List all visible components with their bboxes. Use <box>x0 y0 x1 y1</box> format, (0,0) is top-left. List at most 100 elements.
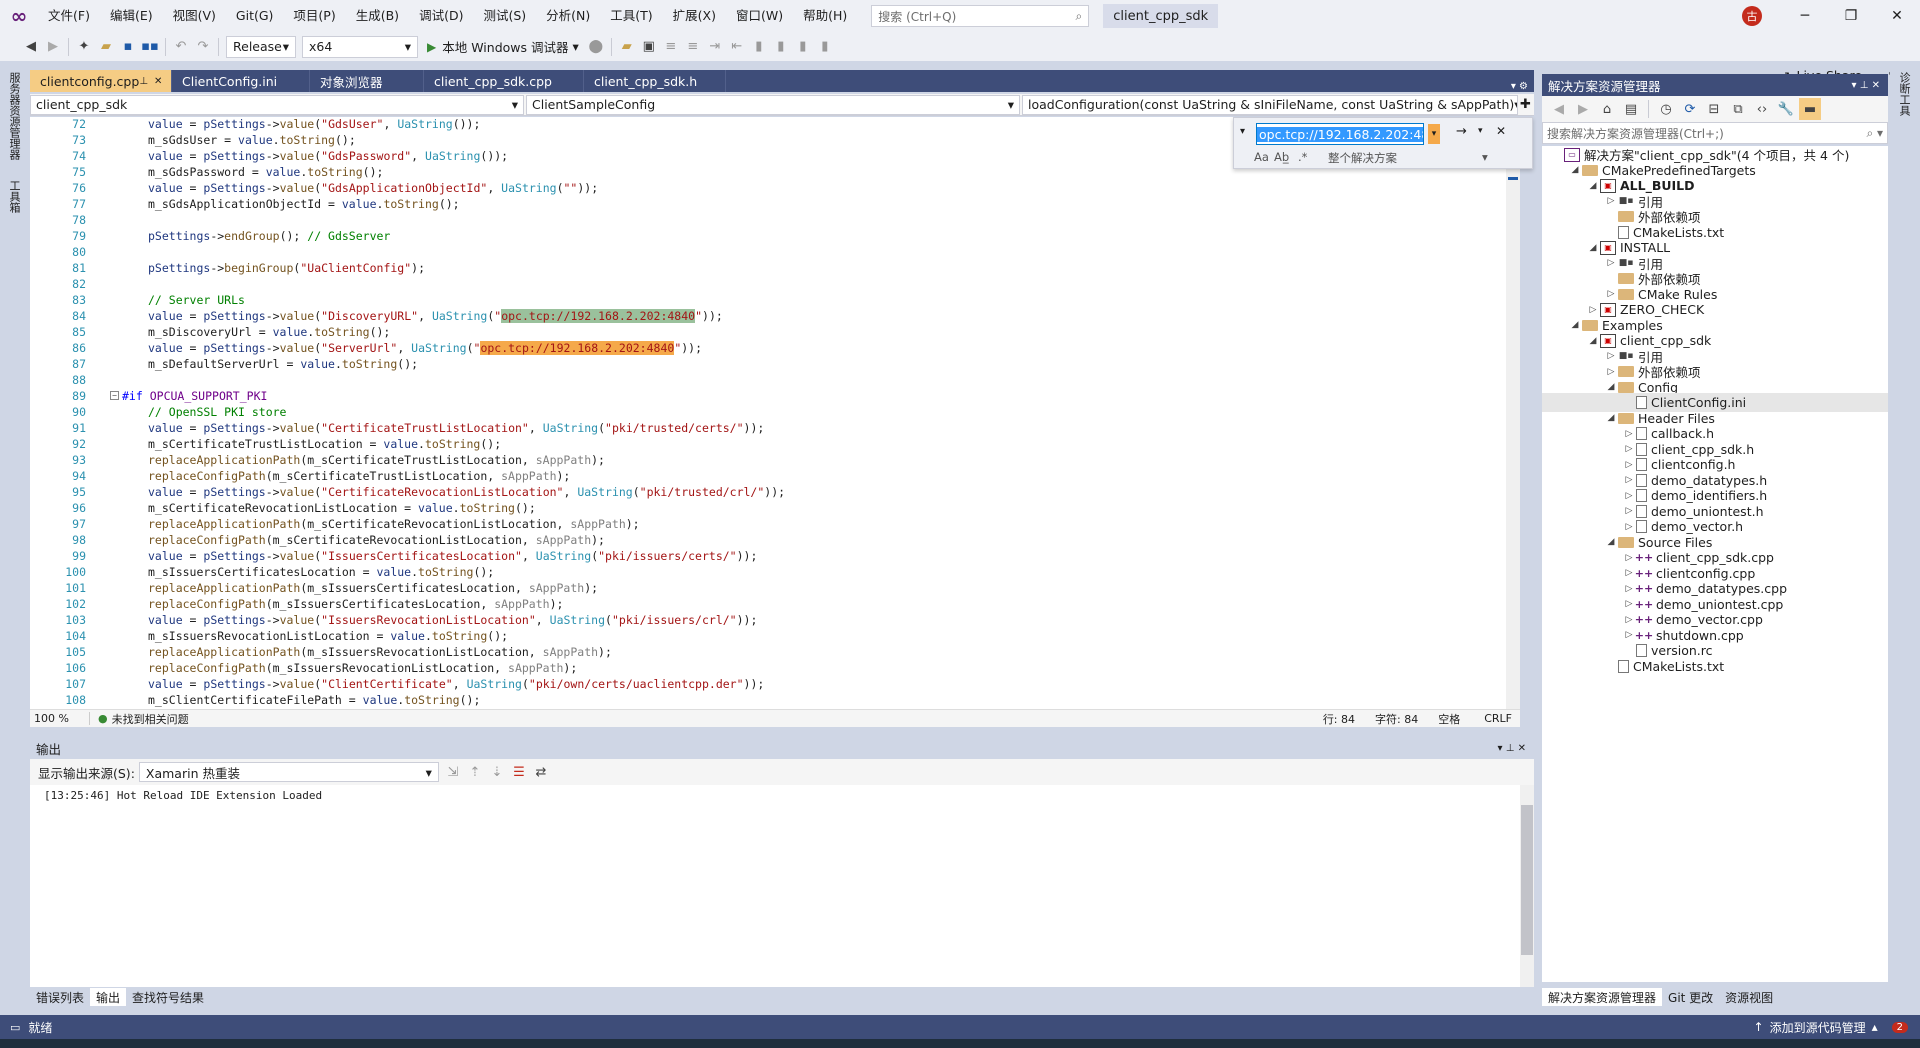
comment-icon[interactable]: ≡ <box>660 36 682 58</box>
code-line[interactable]: 91 value = pSettings->value("CertificateT… <box>30 420 1520 436</box>
menu-item[interactable]: 窗口(W) <box>726 0 793 32</box>
menu-item[interactable]: 文件(F) <box>38 0 100 32</box>
tab-git-changes[interactable]: Git 更改 <box>1662 988 1719 1006</box>
expander-icon[interactable]: ◢ <box>1586 181 1600 191</box>
tab-object-browser[interactable]: 对象浏览器 <box>310 70 424 92</box>
menu-item[interactable]: Git(G) <box>226 0 284 32</box>
menu-item[interactable]: 分析(N) <box>536 0 600 32</box>
output-source-dropdown[interactable]: Xamarin 热重装 ▾ <box>138 762 439 782</box>
tab-clientconfig-ini[interactable]: ClientConfig.ini <box>172 70 310 92</box>
code-line[interactable]: 76 value = pSettings->value("GdsApplicati… <box>30 180 1520 196</box>
code-line[interactable]: 108 m_sClientCertificateFilePath = value.… <box>30 692 1520 708</box>
expander-icon[interactable]: ▷ <box>1604 367 1618 377</box>
code-line[interactable]: 86 value = pSettings->value("ServerUrl", … <box>30 340 1520 356</box>
menu-item[interactable]: 帮助(H) <box>793 0 857 32</box>
show-all-files-icon[interactable]: ⧉ <box>1727 98 1749 120</box>
code-line[interactable]: 77 m_sGdsApplicationObjectId = value.toSt… <box>30 196 1520 212</box>
expander-icon[interactable]: ▷ <box>1586 305 1600 315</box>
clear-all-icon[interactable]: ☰ <box>508 761 530 783</box>
tab-error-list[interactable]: 错误列表 <box>30 988 90 1006</box>
indent-icon[interactable]: ⇥ <box>704 36 726 58</box>
find-input[interactable]: opc.tcp://192.168.2.202:4840 ✕ <box>1256 123 1424 145</box>
diagnostic-tools-tab[interactable]: 诊断工具 <box>1896 72 1912 116</box>
add-to-source-control[interactable]: 添加到源代码管理 <box>1770 1019 1866 1036</box>
code-line[interactable]: 81 pSettings->beginGroup("UaClientConfig"… <box>30 260 1520 276</box>
close-find-icon[interactable]: ✕ <box>1496 124 1506 138</box>
expander-icon[interactable]: ◢ <box>1568 165 1582 175</box>
solution-explorer-search[interactable]: 搜索解决方案资源管理器(Ctrl+;) ⌕ ▾ <box>1542 122 1888 144</box>
properties-icon[interactable]: 🔧 <box>1775 98 1797 120</box>
code-line[interactable]: 88 <box>30 372 1520 388</box>
code-line[interactable]: 102 replaceConfigPath(m_sIssuersCertifica… <box>30 596 1520 612</box>
code-line[interactable]: 100 m_sIssuersCertificatesLocation = valu… <box>30 564 1520 580</box>
prev-bookmark-icon[interactable]: ▮ <box>770 36 792 58</box>
tab-client-cpp-sdk-cpp[interactable]: client_cpp_sdk.cpp <box>424 70 584 92</box>
menu-item[interactable]: 调试(D) <box>409 0 473 32</box>
outdent-icon[interactable]: ⇤ <box>726 36 748 58</box>
output-vertical-scrollbar[interactable] <box>1520 785 1534 987</box>
code-line[interactable]: 99 value = pSettings->value("IssuersCerti… <box>30 548 1520 564</box>
menu-item[interactable]: 扩展(X) <box>663 0 726 32</box>
find-next-icon[interactable]: → <box>1456 124 1467 139</box>
find-message-icon[interactable]: ⇲ <box>442 761 464 783</box>
menu-item[interactable]: 项目(P) <box>283 0 345 32</box>
expander-icon[interactable]: ◢ <box>1586 336 1600 346</box>
collapse-all-icon[interactable]: ⊟ <box>1703 98 1725 120</box>
code-line[interactable]: 98 replaceConfigPath(m_sCertificateRevoca… <box>30 532 1520 548</box>
screen-icon[interactable]: ▣ <box>638 36 660 58</box>
code-line[interactable]: 101 replaceApplicationPath(m_sIssuersCert… <box>30 580 1520 596</box>
redo-icon[interactable]: ↷ <box>192 36 214 58</box>
menu-item[interactable]: 生成(B) <box>346 0 409 32</box>
expander-icon[interactable]: ▷ <box>1622 444 1636 454</box>
expander-icon[interactable]: ▷ <box>1604 258 1618 268</box>
code-line[interactable]: 106 replaceConfigPath(m_sIssuersRevocatio… <box>30 660 1520 676</box>
code-line[interactable]: 80 <box>30 244 1520 260</box>
code-line[interactable]: 97 replaceApplicationPath(m_sCertificateR… <box>30 516 1520 532</box>
clear-bookmark-icon[interactable]: ▮ <box>814 36 836 58</box>
expand-replace-icon[interactable]: ▾ <box>1240 126 1245 137</box>
issues-status[interactable]: 未找到相关问题 <box>112 711 189 727</box>
expander-icon[interactable]: ▷ <box>1622 506 1636 516</box>
code-line[interactable]: 85 m_sDiscoveryUrl = value.toString(); <box>30 324 1520 340</box>
regex-toggle[interactable]: .* <box>1298 150 1307 164</box>
expander-icon[interactable]: ▷ <box>1622 475 1636 485</box>
fold-toggle-icon[interactable]: − <box>110 391 119 400</box>
code-line[interactable]: 82 <box>30 276 1520 292</box>
code-line[interactable]: 103 value = pSettings->value("IssuersRevo… <box>30 612 1520 628</box>
close-icon[interactable]: ✕ <box>1874 0 1920 32</box>
menu-item[interactable]: 编辑(E) <box>100 0 163 32</box>
start-debugging-button[interactable]: ▶ 本地 Windows 调试器 ▾ <box>421 36 585 58</box>
tab-output[interactable]: 输出 <box>90 988 127 1006</box>
find-options-icon[interactable]: ▾ <box>1478 126 1483 136</box>
prev-message-icon[interactable]: ⇡ <box>464 761 486 783</box>
folder-icon[interactable]: ▰ <box>616 36 638 58</box>
tab-solution-explorer[interactable]: 解决方案资源管理器 <box>1542 988 1663 1006</box>
code-line[interactable]: 104 m_sIssuersRevocationListLocation = va… <box>30 628 1520 644</box>
forward-icon[interactable]: ▶ <box>42 36 64 58</box>
code-line[interactable]: 83 // Server URLs <box>30 292 1520 308</box>
uncomment-icon[interactable]: ≡ <box>682 36 704 58</box>
undo-icon[interactable]: ↶ <box>170 36 192 58</box>
tab-clientconfig-cpp[interactable]: clientconfig.cpp ⊥ ✕ <box>30 70 172 92</box>
menu-item[interactable]: 视图(V) <box>163 0 226 32</box>
forward-icon[interactable]: ▶ <box>1572 98 1594 120</box>
expander-icon[interactable]: ▷ <box>1604 351 1618 361</box>
configuration-dropdown[interactable]: Release ▾ <box>226 35 296 58</box>
zoom-level[interactable]: 100 % <box>30 712 90 725</box>
close-tab-icon[interactable]: ✕ <box>154 76 162 87</box>
expander-icon[interactable]: ▷ <box>1604 196 1618 206</box>
back-icon[interactable]: ◀ <box>20 36 42 58</box>
find-scope-dropdown[interactable]: 整个解决方案 <box>1328 150 1397 166</box>
editor-vertical-scrollbar[interactable] <box>1506 117 1520 709</box>
next-message-icon[interactable]: ⇣ <box>486 761 508 783</box>
code-line[interactable]: 79 pSettings->endGroup(); // GdsServer <box>30 228 1520 244</box>
type-scope-dropdown[interactable]: ClientSampleConfig ▾ <box>526 94 1020 115</box>
code-line[interactable]: 93 replaceApplicationPath(m_sCertificateT… <box>30 452 1520 468</box>
save-icon[interactable]: ▪ <box>117 36 139 58</box>
code-line[interactable]: 78 <box>30 212 1520 228</box>
menu-item[interactable]: 工具(T) <box>600 0 662 32</box>
member-scope-dropdown[interactable]: loadConfiguration(const UaString & sIniF… <box>1022 94 1518 115</box>
code-line[interactable]: 89 − #if OPCUA_SUPPORT_PKI <box>30 388 1520 404</box>
whitespace-mode[interactable]: 空格 <box>1438 711 1460 727</box>
output-text[interactable]: [13:25:46] Hot Reload IDE Extension Load… <box>30 785 1534 987</box>
